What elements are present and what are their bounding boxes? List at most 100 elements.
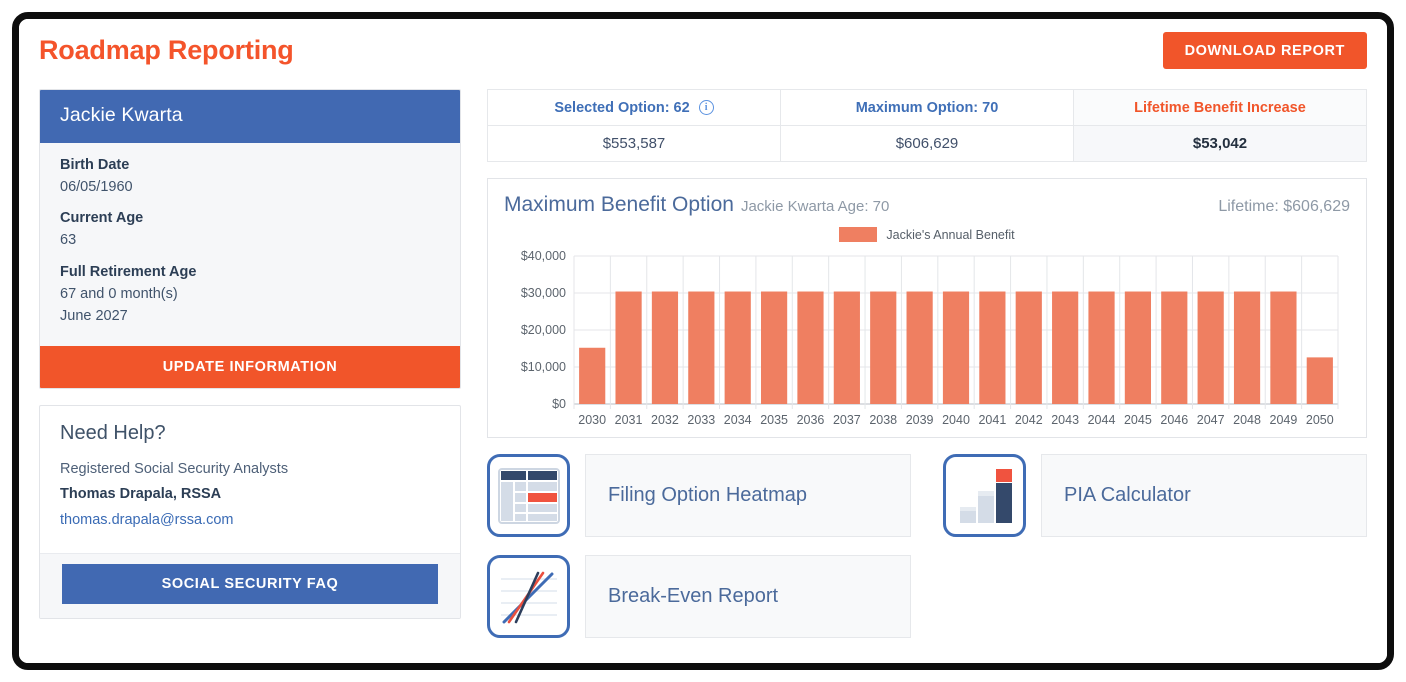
- full-retirement-age-value: 67 and 0 month(s): [60, 285, 178, 302]
- benefit-summary-table: Selected Option: 62 i Maximum Option: 70…: [487, 89, 1367, 162]
- maximum-option-value: $606,629: [780, 125, 1074, 162]
- chart-bar[interactable]: [979, 291, 1006, 404]
- card-pia-calculator[interactable]: PIA Calculator: [943, 454, 1367, 537]
- chart-bar[interactable]: [870, 291, 897, 404]
- chart-bar[interactable]: [579, 347, 606, 404]
- advisor-email-link[interactable]: thomas.drapala@rssa.com: [60, 508, 440, 533]
- chart-title-group: Maximum Benefit Option Jackie Kwarta Age:…: [504, 193, 889, 217]
- y-axis-tick-label: $10,000: [521, 360, 566, 374]
- card-filing-option-heatmap[interactable]: Filing Option Heatmap: [487, 454, 911, 537]
- y-axis-tick-label: $40,000: [521, 250, 566, 263]
- card-label-break-even-report[interactable]: Break-Even Report: [585, 555, 911, 638]
- profile-details: Birth Date 06/05/1960 Current Age 63 Ful…: [40, 143, 460, 346]
- y-axis-tick-label: $20,000: [521, 323, 566, 337]
- y-axis-tick-label: $30,000: [521, 286, 566, 300]
- chart-bar[interactable]: [1161, 291, 1188, 404]
- current-age-label: Current Age: [60, 210, 144, 227]
- x-axis-tick-label: 2044: [1088, 413, 1116, 427]
- card-label-pia-calculator[interactable]: PIA Calculator: [1041, 454, 1367, 537]
- page-header: Roadmap Reporting DOWNLOAD REPORT: [19, 19, 1387, 85]
- social-security-faq-button[interactable]: SOCIAL SECURITY FAQ: [62, 564, 438, 604]
- info-icon[interactable]: i: [698, 100, 714, 115]
- full-retirement-age-label: Full Retirement Age: [60, 263, 197, 280]
- bar-chart-svg: $0 $10,000 $20,000 $30,000 $40,000 2030 2031 20…: [521, 249, 1339, 427]
- chart-bar[interactable]: [688, 291, 715, 404]
- need-help-body: Need Help? Registered Social Security An…: [40, 406, 460, 553]
- chart-bar[interactable]: [651, 291, 679, 404]
- chart-subtitle: Jackie Kwarta Age: 70: [740, 198, 890, 215]
- profile-card: Jackie Kwarta Birth Date 06/05/1960 Curr…: [39, 89, 461, 389]
- selected-option-value: $553,587: [487, 125, 781, 162]
- chart-title: Maximum Benefit Option: [504, 193, 734, 216]
- card-label-filing-option-heatmap[interactable]: Filing Option Heatmap: [585, 454, 911, 537]
- table-header-row: Selected Option: 62 i Maximum Option: 70…: [487, 89, 1367, 126]
- y-axis-tick-label: $0: [552, 397, 566, 411]
- x-axis-tick-label: 2046: [1160, 413, 1188, 427]
- birth-date-value: 06/05/1960: [60, 179, 133, 195]
- birth-date-label: Birth Date: [60, 157, 130, 173]
- profile-name: Jackie Kwarta: [40, 90, 460, 143]
- advisor-org: Registered Social Security Analysts: [60, 460, 289, 477]
- chart-bar[interactable]: [906, 291, 933, 404]
- chart-bar[interactable]: [1197, 291, 1224, 404]
- chart-bar[interactable]: [615, 291, 642, 404]
- legend-swatch-icon: [839, 227, 878, 242]
- chart-header: Maximum Benefit Option Jackie Kwarta Age:…: [504, 193, 1350, 217]
- report-cards: Filing Option Heatmap PIA Calculator Bre…: [487, 454, 1367, 656]
- x-axis-tick-label: 2048: [1233, 413, 1261, 427]
- full-retirement-date-value: June 2027: [60, 308, 128, 325]
- chart-bar[interactable]: [942, 291, 970, 404]
- x-axis-tick-label: 2050: [1306, 413, 1334, 427]
- app-window: Roadmap Reporting DOWNLOAD REPORT Jackie…: [12, 12, 1394, 670]
- column-header-lifetime-benefit-increase: Lifetime Benefit Increase: [1073, 89, 1367, 126]
- page-title: Roadmap Reporting: [39, 35, 294, 65]
- chart-bar[interactable]: [1124, 291, 1152, 404]
- current-age-value: 63: [60, 232, 77, 249]
- chart-lifetime-total: Lifetime: $606,629: [1218, 198, 1350, 215]
- advisor-name: Thomas Drapala, RSSA: [60, 486, 222, 503]
- x-axis-tick-label: 2032: [651, 413, 679, 427]
- column-header-maximum-option: Maximum Option: 70: [780, 89, 1074, 126]
- x-axis-tick-label: 2040: [942, 413, 970, 427]
- x-axis-tick-label: 2039: [906, 413, 934, 427]
- table-heatmap-icon: [487, 454, 570, 537]
- chart-bar[interactable]: [797, 291, 824, 404]
- faq-button-wrap: SOCIAL SECURITY FAQ: [40, 553, 460, 618]
- chart-bar[interactable]: [833, 291, 860, 404]
- chart-bar[interactable]: [1270, 291, 1297, 404]
- chart-bar[interactable]: [1088, 291, 1115, 404]
- download-report-button[interactable]: DOWNLOAD REPORT: [1162, 32, 1367, 69]
- sidebar: Jackie Kwarta Birth Date 06/05/1960 Curr…: [39, 89, 461, 619]
- chart-bar[interactable]: [1015, 291, 1042, 404]
- chart-bar[interactable]: [1233, 291, 1261, 404]
- x-axis-tick-label: 2034: [724, 413, 752, 427]
- chart-bar[interactable]: [760, 291, 788, 404]
- x-axis-tick-label: 2041: [978, 413, 1006, 427]
- x-axis-tick-label: 2031: [615, 413, 643, 427]
- need-help-card: Need Help? Registered Social Security An…: [39, 404, 461, 619]
- x-axis-tick-label: 2036: [797, 413, 825, 427]
- x-axis-tick-label: 2043: [1051, 413, 1079, 427]
- chart-bar[interactable]: [724, 291, 751, 404]
- bar-chart-icon: [943, 454, 1026, 537]
- x-axis-tick-label: 2038: [869, 413, 897, 427]
- x-axis-tick-label: 2030: [578, 413, 606, 427]
- x-axis-tick-label: 2035: [760, 413, 788, 427]
- lifetime-benefit-increase-value: $53,042: [1073, 125, 1367, 162]
- card-break-even-report[interactable]: Break-Even Report: [487, 555, 911, 638]
- main-content: Selected Option: 62 i Maximum Option: 70…: [487, 89, 1367, 656]
- chart-legend: Jackie's Annual Benefit: [504, 227, 1350, 242]
- x-axis-tick-label: 2049: [1270, 413, 1298, 427]
- legend-label: Jackie's Annual Benefit: [886, 227, 1015, 242]
- column-header-selected-option: Selected Option: 62 i: [487, 89, 781, 126]
- update-information-button[interactable]: UPDATE INFORMATION: [40, 345, 460, 388]
- selected-option-label: Selected Option: 62: [554, 99, 690, 116]
- roadmap-reporting-page: Roadmap Reporting DOWNLOAD REPORT Jackie…: [19, 19, 1387, 663]
- line-chart-icon: [487, 555, 570, 638]
- table-row: $553,587 $606,629 $53,042: [487, 125, 1367, 162]
- x-axis-tick-label: 2037: [833, 413, 861, 427]
- benefit-chart-panel: Maximum Benefit Option Jackie Kwarta Age:…: [487, 178, 1367, 438]
- chart-bar[interactable]: [1052, 291, 1079, 404]
- chart-bar[interactable]: [1306, 357, 1333, 404]
- chart-plot-area: $0 $10,000 $20,000 $30,000 $40,000 2030 2031 20…: [504, 249, 1350, 430]
